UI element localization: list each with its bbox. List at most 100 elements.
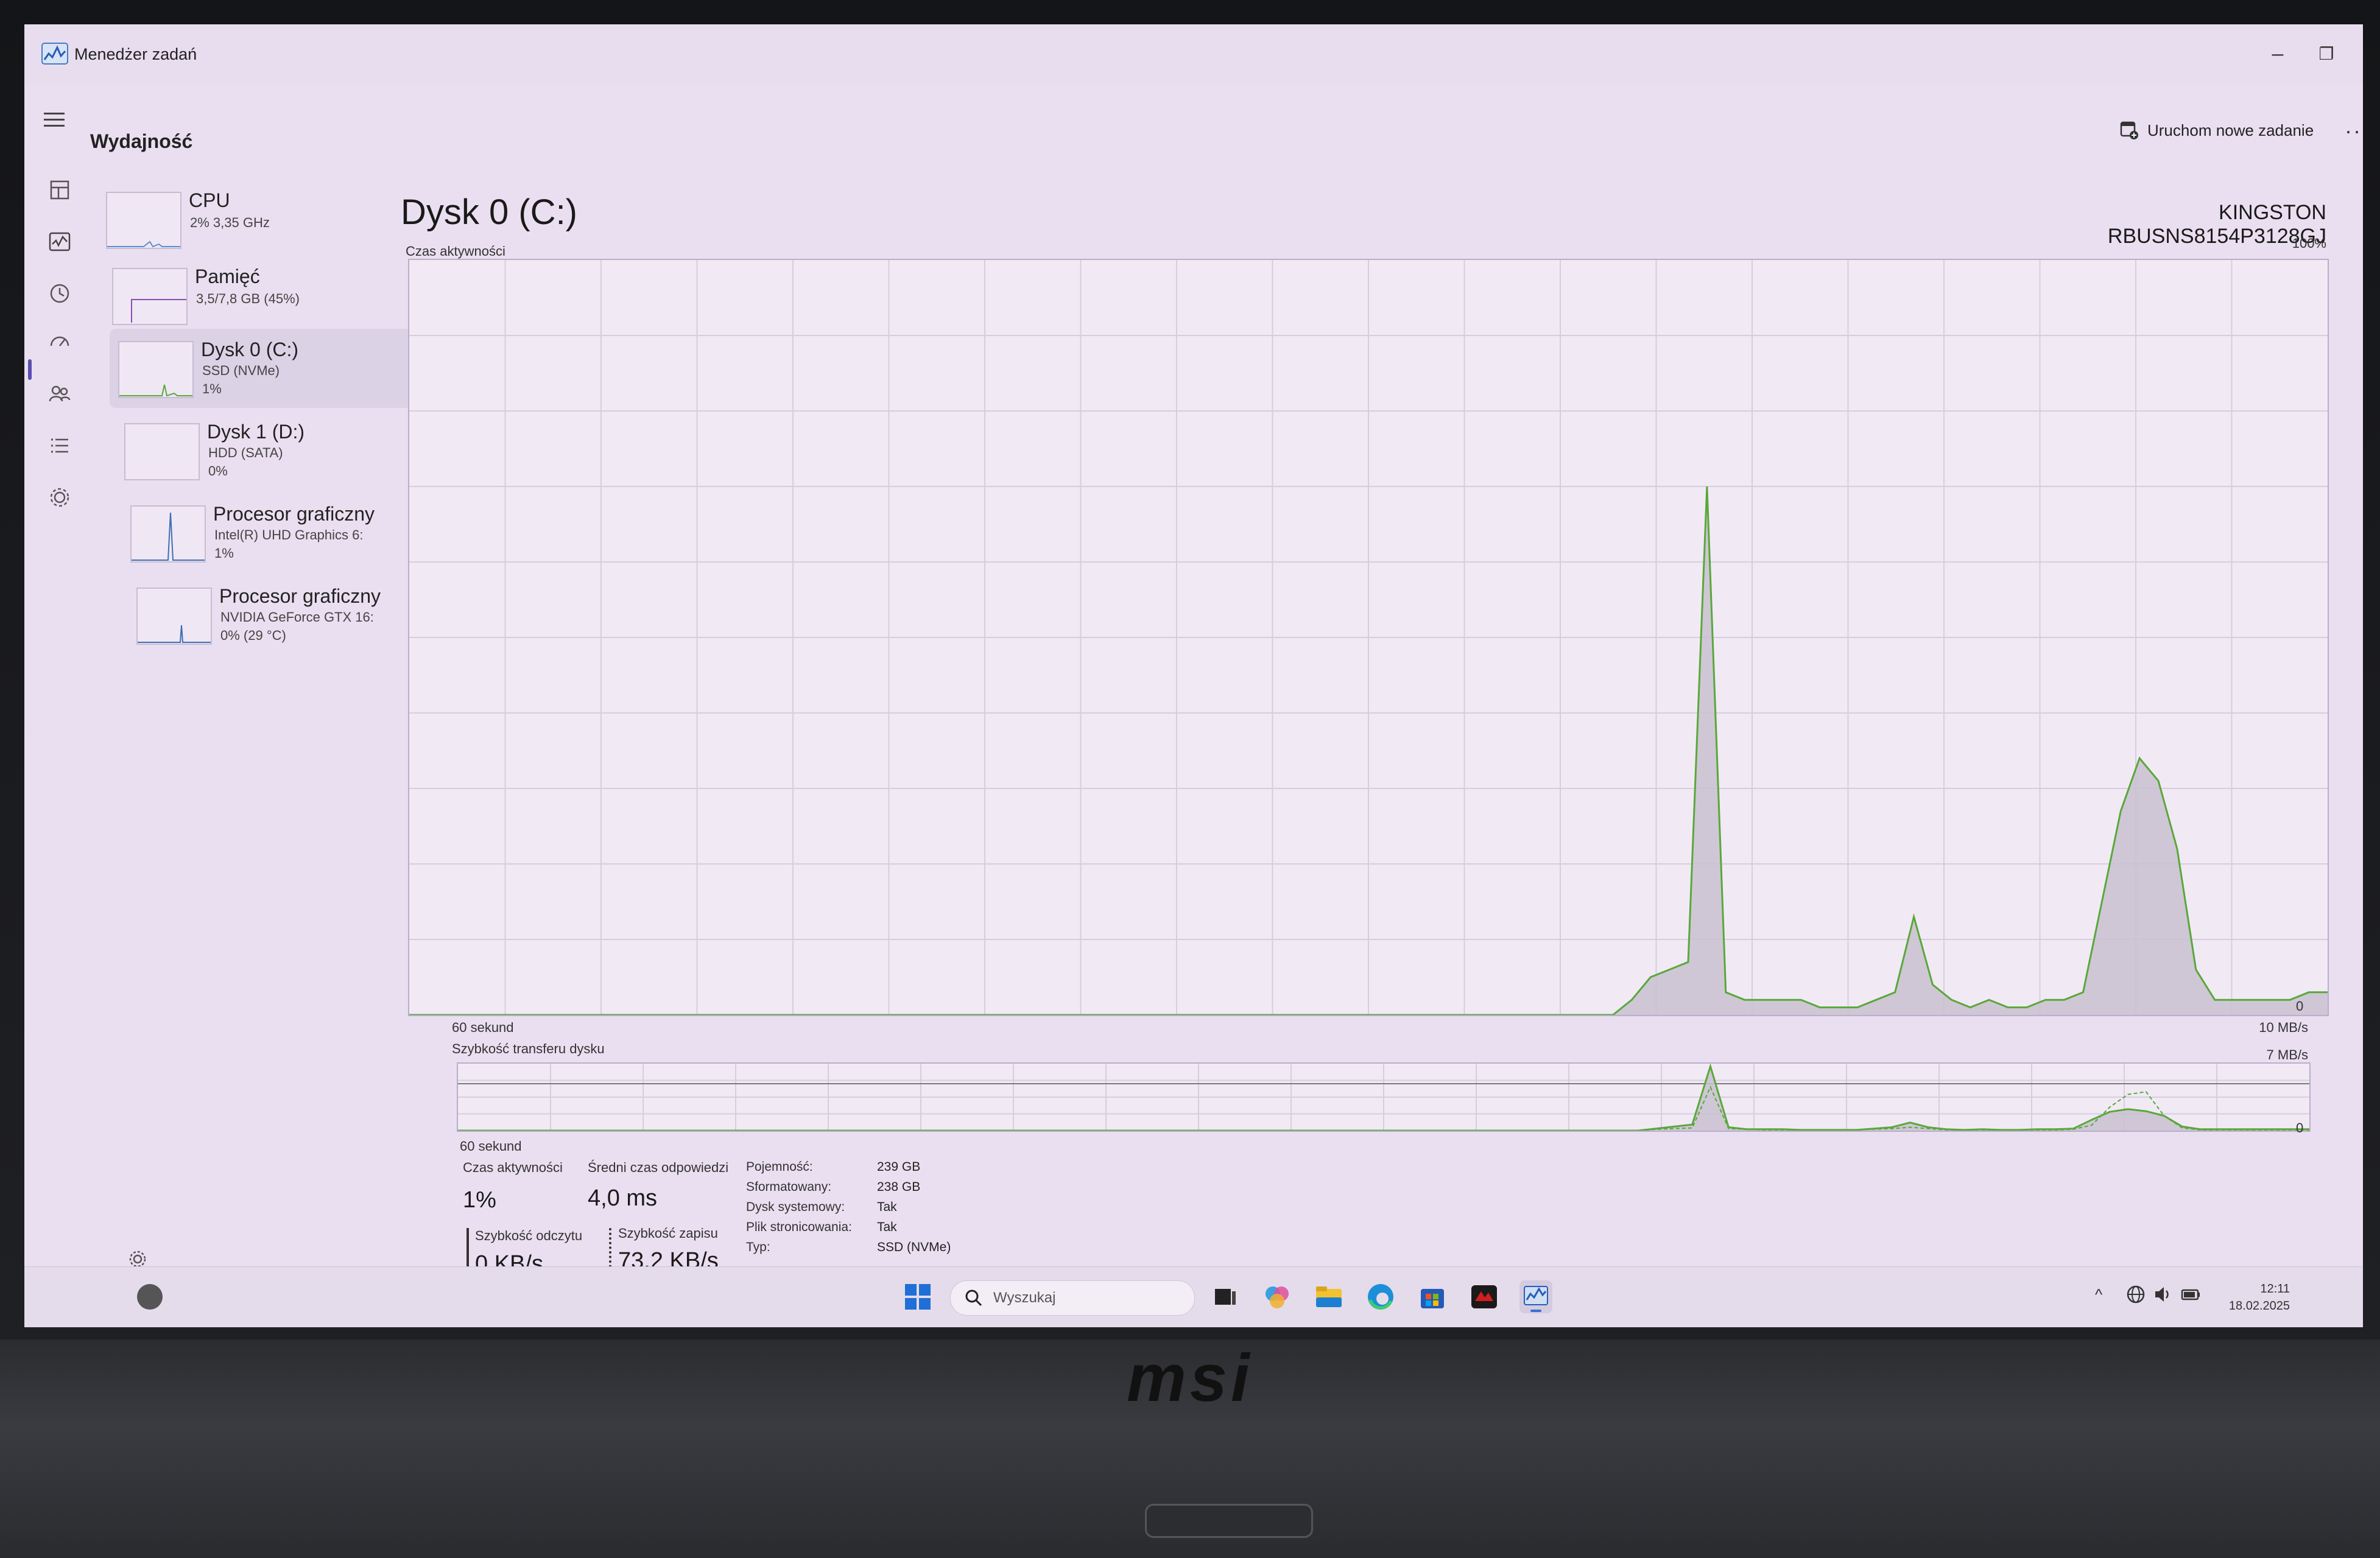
close-button[interactable]: ✕ bbox=[2351, 35, 2363, 72]
transfer-graph-min: 0 bbox=[2296, 1120, 2304, 1135]
sidebar-item-usage: 0% (29 °C) bbox=[220, 628, 286, 643]
restore-button[interactable]: ❐ bbox=[2302, 35, 2351, 72]
clock-date: 18.02.2025 bbox=[2228, 1299, 2290, 1313]
transfer-graph-line: 7 MB/s bbox=[2266, 1047, 2308, 1062]
prop-label: Plik stronicowania: bbox=[746, 1220, 852, 1234]
sidebar-item-usage: 1% bbox=[214, 546, 234, 561]
response-stat-label: Średni czas odpowiedzi bbox=[588, 1160, 729, 1175]
transfer-graph-label: Szybkość transferu dysku bbox=[452, 1041, 605, 1056]
response-stat-value: 4,0 ms bbox=[588, 1185, 658, 1211]
activity-stat-value: 1% bbox=[463, 1187, 496, 1213]
user-avatar-icon[interactable] bbox=[137, 1284, 163, 1310]
minimize-icon: – bbox=[2272, 41, 2284, 65]
title-bar: Menedżer zadań – ❐ ✕ bbox=[24, 24, 2363, 85]
sidebar-item-detail: SSD (NVMe) bbox=[202, 363, 280, 378]
minimize-button[interactable]: – bbox=[2253, 35, 2302, 72]
gpu-1-thumbnail bbox=[136, 588, 212, 645]
sidebar-item-memory[interactable]: Pamięć 3,5/7,8 GB (45%) bbox=[104, 256, 408, 335]
memory-thumbnail bbox=[112, 268, 188, 325]
sidebar-item-cpu[interactable]: CPU 2% 3,35 GHz bbox=[97, 180, 402, 259]
services-icon[interactable] bbox=[46, 484, 73, 511]
prop-label: Dysk systemowy: bbox=[746, 1200, 845, 1214]
startup-icon[interactable] bbox=[46, 329, 73, 356]
details-icon[interactable] bbox=[46, 432, 73, 459]
disk-0-thumbnail bbox=[118, 341, 194, 398]
taskbar: Wyszukaj ^ 12:11 18.02.2025 bbox=[24, 1266, 2363, 1327]
activity-stat-label: Czas aktywności bbox=[463, 1160, 563, 1175]
transfer-chart bbox=[458, 1063, 2309, 1132]
cpu-thumbnail bbox=[106, 192, 181, 249]
activity-graph bbox=[408, 259, 2329, 1016]
copilot-icon[interactable] bbox=[1261, 1280, 1294, 1313]
activity-graph-min: 0 bbox=[2296, 998, 2304, 1014]
gpu-0-thumbnail bbox=[130, 505, 206, 563]
sidebar-item-detail: Intel(R) UHD Graphics 6: bbox=[214, 527, 364, 542]
sidebar-item-label: Procesor graficzny bbox=[213, 503, 375, 525]
sidebar-item-gpu-1[interactable]: Procesor graficzny NVIDIA GeForce GTX 16… bbox=[128, 575, 432, 654]
users-icon[interactable] bbox=[46, 381, 73, 407]
prop-value: SSD (NVMe) bbox=[877, 1240, 951, 1254]
sidebar-item-usage: 1% bbox=[202, 381, 222, 396]
volume-icon[interactable] bbox=[2153, 1284, 2174, 1305]
close-icon: ✕ bbox=[2361, 41, 2363, 66]
sidebar-item-detail: 2% 3,35 GHz bbox=[190, 215, 270, 230]
sidebar-item-gpu-0[interactable]: Procesor graficzny Intel(R) UHD Graphics… bbox=[122, 493, 426, 572]
nav-selection-indicator bbox=[28, 359, 32, 380]
performance-icon[interactable] bbox=[46, 228, 73, 255]
show-hidden-icons-icon[interactable]: ^ bbox=[2095, 1285, 2102, 1304]
prop-value: 238 GB bbox=[877, 1180, 921, 1194]
transfer-graph-max: 10 MB/s bbox=[2259, 1020, 2308, 1035]
task-manager-icon[interactable] bbox=[1519, 1280, 1552, 1313]
prop-label: Sformatowany: bbox=[746, 1180, 832, 1194]
power-button[interactable] bbox=[1145, 1504, 1313, 1538]
app-history-icon[interactable] bbox=[46, 280, 73, 307]
task-view-icon[interactable] bbox=[1209, 1280, 1242, 1313]
disk-1-thumbnail bbox=[124, 423, 200, 480]
sidebar-item-detail: 3,5/7,8 GB (45%) bbox=[196, 291, 300, 306]
sidebar-item-label: Pamięć bbox=[195, 265, 260, 287]
edge-icon[interactable] bbox=[1364, 1280, 1397, 1313]
write-speed-label: Szybkość zapisu bbox=[618, 1226, 718, 1241]
page-title: Wydajność bbox=[90, 130, 193, 152]
sidebar-item-label: CPU bbox=[189, 189, 230, 211]
activity-graph-duration: 60 sekund bbox=[452, 1020, 514, 1035]
activity-chart bbox=[409, 260, 2328, 1016]
search-icon bbox=[965, 1290, 982, 1307]
store-icon[interactable] bbox=[1416, 1280, 1449, 1313]
sidebar-item-detail: NVIDIA GeForce GTX 16: bbox=[220, 609, 374, 625]
prop-value: Tak bbox=[877, 1220, 897, 1234]
sidebar-item-detail: HDD (SATA) bbox=[208, 445, 283, 460]
task-manager-app-icon bbox=[41, 43, 68, 65]
prop-value: Tak bbox=[877, 1200, 897, 1214]
transfer-graph bbox=[457, 1062, 2311, 1132]
hamburger-icon[interactable] bbox=[43, 111, 67, 129]
sidebar-item-label: Dysk 0 (C:) bbox=[201, 339, 298, 360]
sidebar-item-label: Dysk 1 (D:) bbox=[207, 421, 305, 443]
windows-start-icon[interactable] bbox=[901, 1280, 934, 1313]
run-new-task-label: Uruchom nowe zadanie bbox=[2147, 121, 2314, 139]
prop-label: Typ: bbox=[746, 1240, 770, 1254]
window-title: Menedżer zadań bbox=[74, 45, 197, 63]
sidebar-item-disk-0[interactable]: Dysk 0 (C:) SSD (NVMe) 1% bbox=[110, 329, 414, 408]
transfer-graph-duration: 60 sekund bbox=[460, 1139, 522, 1154]
network-icon[interactable] bbox=[2125, 1284, 2146, 1305]
activity-graph-label: Czas aktywności bbox=[406, 244, 505, 259]
file-explorer-icon[interactable] bbox=[1312, 1280, 1345, 1313]
clock[interactable]: 12:11 18.02.2025 bbox=[2192, 1280, 2290, 1314]
sidebar-item-label: Procesor graficzny bbox=[219, 585, 381, 607]
prop-label: Pojemność: bbox=[746, 1160, 813, 1174]
header: Wydajność Uruchom nowe zadanie ··· bbox=[24, 85, 2363, 152]
restore-icon: ❐ bbox=[2318, 44, 2334, 63]
sidebar-item-usage: 0% bbox=[208, 463, 228, 479]
run-new-task-button[interactable]: Uruchom nowe zadanie bbox=[2119, 121, 2314, 140]
disk-title: Dysk 0 (C:) bbox=[401, 192, 577, 232]
search-placeholder: Wyszukaj bbox=[993, 1290, 1056, 1306]
msi-app-icon[interactable] bbox=[1468, 1280, 1501, 1313]
clock-time: 12:11 bbox=[2260, 1282, 2290, 1296]
more-options-icon[interactable]: ··· bbox=[2345, 118, 2363, 144]
sidebar-item-disk-1[interactable]: Dysk 1 (D:) HDD (SATA) 0% bbox=[116, 411, 420, 490]
search-input[interactable]: Wyszukaj bbox=[950, 1280, 1195, 1316]
new-task-icon bbox=[2120, 121, 2138, 139]
processes-icon[interactable] bbox=[46, 177, 73, 203]
screen: Menedżer zadań – ❐ ✕ Wydajność Uruchom n… bbox=[24, 24, 2363, 1327]
